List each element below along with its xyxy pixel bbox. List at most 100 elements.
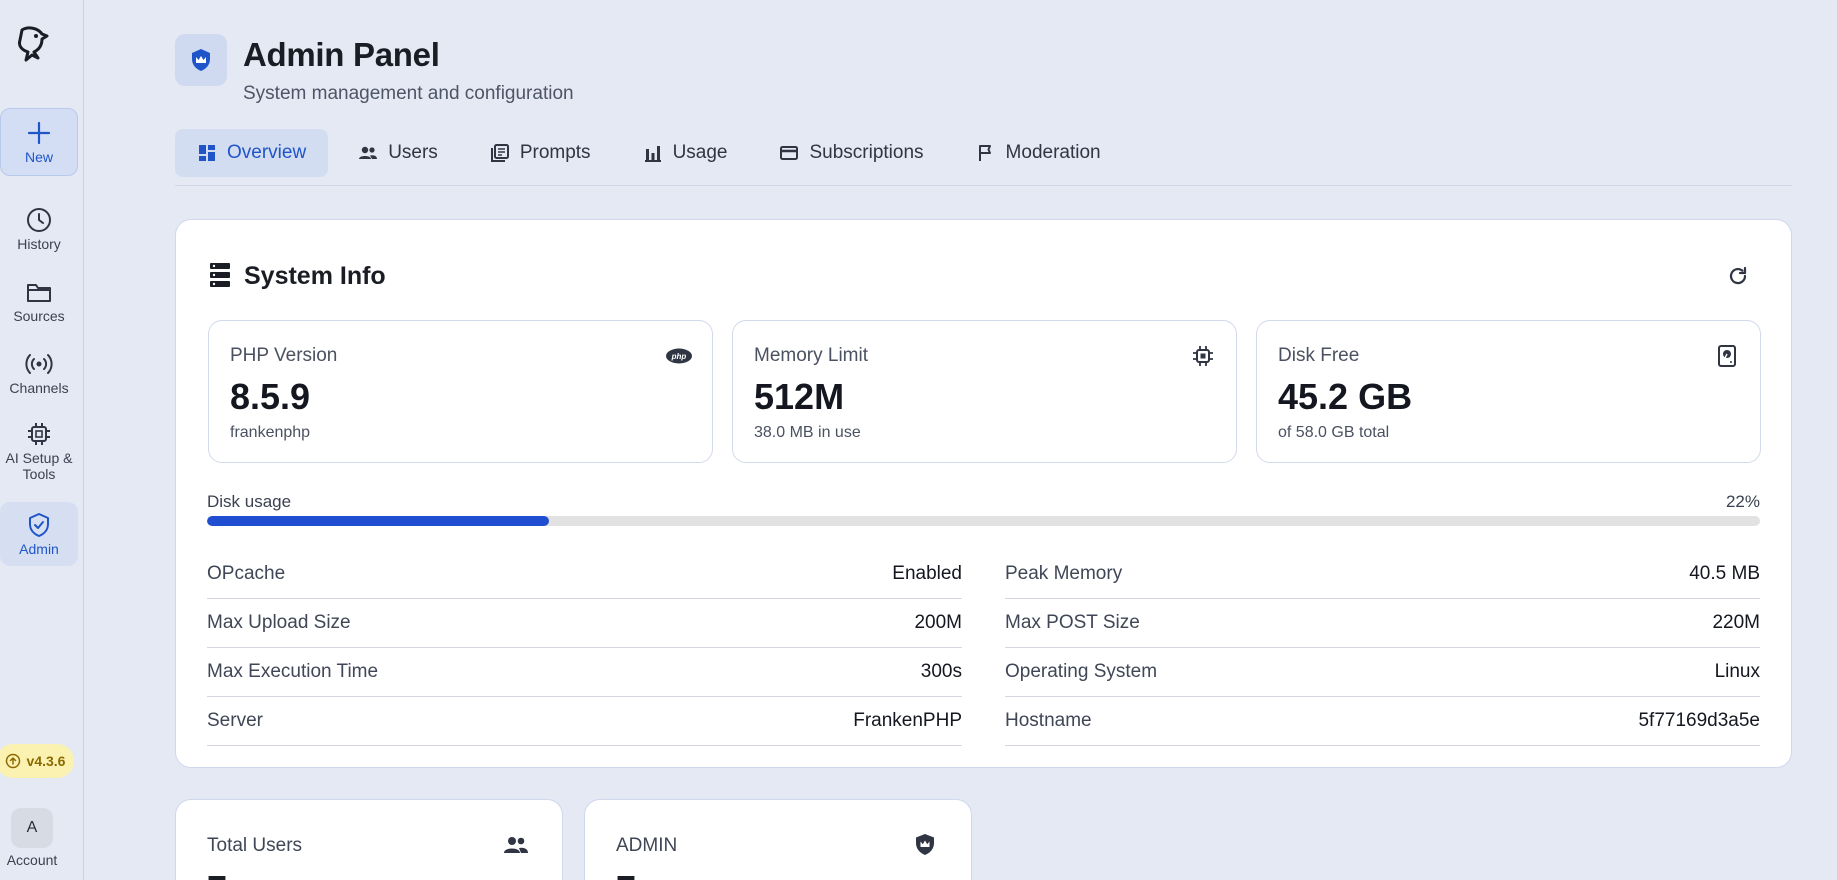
avatar: A: [11, 808, 53, 848]
tab-label: Usage: [672, 142, 728, 163]
php-icon: php: [666, 348, 692, 364]
stat-value: 8.5.9: [230, 376, 311, 417]
tab-label: Subscriptions: [809, 142, 924, 163]
version-label: v4.3.6: [26, 753, 66, 769]
account-button[interactable]: A Account: [0, 808, 64, 868]
stat-label: Memory Limit: [754, 345, 869, 366]
sidebar-item-label: AI Setup & Tools: [5, 450, 73, 482]
sidebar-item-channels[interactable]: Channels: [0, 350, 78, 396]
info-value: 200M: [914, 612, 962, 633]
stat-sub: frankenphp: [230, 424, 311, 441]
sidebar-item-label: New: [24, 149, 53, 165]
mini-card-value: 7: [207, 868, 227, 880]
tab-users[interactable]: Users: [336, 129, 460, 177]
credit-card-icon: [780, 146, 799, 160]
admin-header-icon: [175, 34, 227, 86]
sidebar-item-admin[interactable]: Admin: [0, 502, 78, 566]
tabs-divider: [175, 185, 1792, 186]
sidebar: New History Sources Channels AI Setup & …: [0, 0, 84, 880]
flag-icon: [978, 145, 991, 161]
total-users-card: Total Users 7: [175, 799, 563, 880]
mini-card-label: Total Users: [207, 835, 303, 856]
info-row-peak-memory: Peak Memory 40.5 MB: [1005, 550, 1760, 599]
stat-sub: 38.0 MB in use: [754, 424, 861, 441]
info-row-os: Operating System Linux: [1005, 648, 1760, 697]
tab-prompts[interactable]: Prompts: [468, 129, 613, 177]
svg-text:php: php: [671, 352, 687, 361]
stat-value: 512M: [754, 376, 845, 417]
info-value: Enabled: [892, 563, 962, 584]
tab-moderation[interactable]: Moderation: [954, 129, 1123, 177]
mini-card-label: ADMIN: [616, 835, 678, 856]
sidebar-item-sources[interactable]: Sources: [0, 278, 78, 324]
clock-icon: [27, 208, 51, 232]
stat-label: Disk Free: [1278, 345, 1360, 366]
info-key: Hostname: [1005, 710, 1092, 731]
admin-count-card: ADMIN 7: [584, 799, 972, 880]
info-key: Max POST Size: [1005, 612, 1140, 633]
tab-bar: Overview Users Prompts Usage Subscriptio…: [175, 129, 1131, 177]
tab-overview[interactable]: Overview: [175, 129, 329, 177]
info-key: Server: [207, 710, 263, 731]
tab-subscriptions[interactable]: Subscriptions: [757, 129, 945, 177]
info-row-max-upload: Max Upload Size 200M: [207, 599, 962, 648]
users-icon: [359, 146, 378, 159]
version-badge[interactable]: v4.3.6: [0, 744, 74, 778]
stat-value: 45.2 GB: [1278, 376, 1413, 417]
info-key: OPcache: [207, 563, 286, 584]
tab-label: Users: [388, 142, 438, 163]
dashboard-icon: [199, 145, 215, 161]
info-key: Max Execution Time: [207, 661, 379, 682]
app-logo-icon[interactable]: [14, 24, 50, 64]
disk-usage-bar: [207, 516, 1760, 526]
sidebar-item-label: Channels: [9, 380, 69, 396]
info-value: FrankenPHP: [853, 710, 962, 731]
system-info-card: System Info PHP Version php 8.5.9 franke…: [175, 219, 1792, 768]
disk-usage-fill: [207, 516, 549, 526]
info-row-server: Server FrankenPHP: [207, 697, 962, 746]
stat-php-version: PHP Version php 8.5.9 frankenphp: [208, 320, 713, 463]
refresh-icon[interactable]: [1726, 264, 1750, 288]
disk-usage-percent: 22%: [1725, 492, 1760, 511]
info-row-opcache: OPcache Enabled: [207, 550, 962, 599]
card-title: System Info: [244, 262, 386, 290]
folder-icon: [27, 284, 51, 302]
info-row-max-post: Max POST Size 220M: [1005, 599, 1760, 648]
info-key: Peak Memory: [1005, 563, 1123, 584]
info-row-hostname: Hostname 5f77169d3a5e: [1005, 697, 1760, 746]
disk-usage-label: Disk usage: [207, 492, 292, 511]
tab-label: Overview: [227, 142, 307, 163]
sidebar-item-label: History: [17, 236, 61, 252]
sidebar-item-ai-setup[interactable]: AI Setup & Tools: [0, 420, 78, 482]
sidebar-item-label: Sources: [13, 308, 65, 324]
stat-memory-limit: Memory Limit 512M 38.0 MB in use: [732, 320, 1237, 463]
mini-card-value: 7: [616, 868, 636, 880]
arrow-up-circle-icon: [5, 753, 20, 769]
page-subtitle: System management and configuration: [243, 83, 574, 104]
plus-icon: [27, 121, 51, 145]
memory-chip-icon: [1193, 346, 1213, 366]
info-value: 220M: [1712, 612, 1760, 633]
broadcast-icon: [25, 354, 53, 374]
stat-sub: of 58.0 GB total: [1278, 424, 1390, 441]
info-value: 300s: [920, 661, 962, 682]
shield-crown-icon: [916, 834, 934, 855]
shield-check-icon: [29, 513, 49, 537]
library-icon: [490, 144, 509, 162]
info-row-max-execution: Max Execution Time 300s: [207, 648, 962, 697]
sidebar-item-label: Admin: [19, 541, 59, 557]
info-value: Linux: [1714, 661, 1760, 682]
chip-icon: [28, 423, 50, 445]
info-value: 40.5 MB: [1689, 563, 1760, 584]
tab-label: Moderation: [1005, 142, 1101, 163]
info-key: Max Upload Size: [207, 612, 351, 633]
info-key: Operating System: [1005, 661, 1158, 682]
hard-drive-icon: [1718, 345, 1736, 367]
stat-label: PHP Version: [230, 345, 338, 366]
tab-label: Prompts: [519, 142, 591, 163]
tab-usage[interactable]: Usage: [621, 129, 750, 177]
sidebar-item-history[interactable]: History: [0, 206, 78, 252]
sidebar-item-new[interactable]: New: [0, 108, 78, 176]
info-value: 5f77169d3a5e: [1638, 710, 1760, 731]
bar-chart-icon: [644, 146, 661, 162]
